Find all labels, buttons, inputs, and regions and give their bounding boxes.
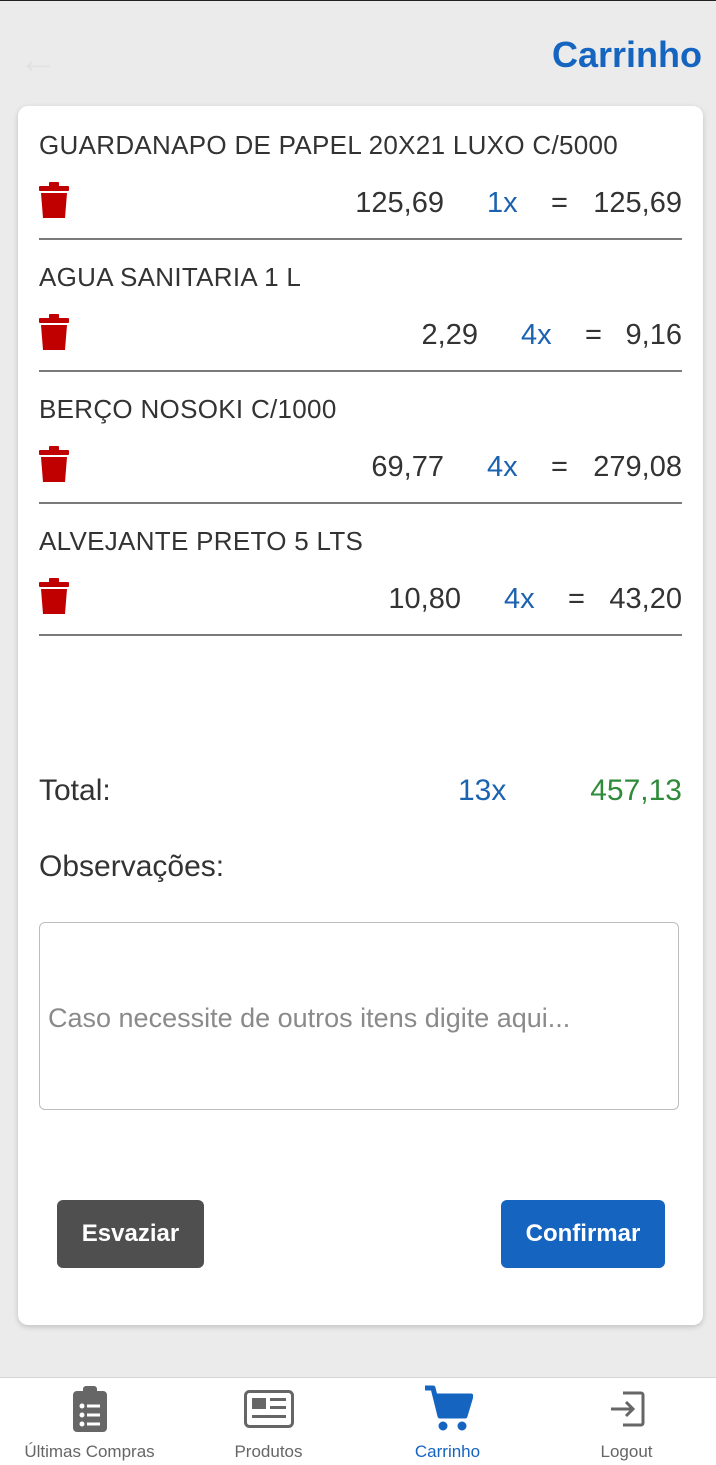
trash-icon[interactable] [39,314,69,350]
item-name: BERÇO NOSOKI C/1000 [39,394,337,424]
total-label: Total: [39,774,111,807]
trash-icon[interactable] [39,446,69,482]
nav-item-ultimas-compras[interactable]: Últimas Compras [0,1378,179,1465]
observations-placeholder: Caso necessite de outros itens digite aq… [48,1003,571,1033]
nav-label: Últimas Compras [24,1442,155,1461]
equals-sign: = [551,187,568,219]
observations-field[interactable]: Caso necessite de outros itens digite aq… [39,922,679,1110]
total-quantity: 13x [458,774,507,807]
nav-item-produtos[interactable]: Produtos [179,1378,358,1465]
item-price: 2,29 [421,319,478,351]
item-price: 125,69 [355,187,444,219]
back-button[interactable]: ← [18,38,78,82]
page-title: Carrinho [551,34,702,75]
item-price: 69,77 [371,451,444,483]
clipboard-list-icon [72,1386,107,1432]
item-name: AGUA SANITARIA 1 L [39,262,302,292]
cart-card: GUARDANAPO DE PAPEL 20X21 LUXO C/5000 12… [18,106,703,1325]
item-subtotal: 43,20 [609,583,682,615]
bottom-nav: Últimas Compras Produtos Carrinho Logout [0,1377,716,1465]
total-value: 457,13 [590,774,682,807]
newspaper-icon [243,1390,294,1428]
observations-label: Observações: [39,850,225,883]
cart-icon [424,1385,473,1431]
item-subtotal: 125,69 [593,187,682,219]
nav-label: Logout [600,1442,653,1461]
item-subtotal: 9,16 [625,319,682,351]
confirm-button[interactable]: Confirmar [501,1200,665,1268]
equals-sign: = [568,583,585,615]
item-subtotal: 279,08 [593,451,682,483]
equals-sign: = [585,319,602,351]
trash-icon[interactable] [39,578,69,614]
trash-icon[interactable] [39,182,69,218]
cart-item: GUARDANAPO DE PAPEL 20X21 LUXO C/5000 12… [39,106,682,240]
cart-item: BERÇO NOSOKI C/1000 69,77 4x = 279,08 [39,370,682,504]
arrow-left-icon: ← [18,37,58,82]
item-quantity: 4x [521,319,552,351]
item-quantity: 4x [504,583,535,615]
item-name: GUARDANAPO DE PAPEL 20X21 LUXO C/5000 [39,130,619,160]
equals-sign: = [551,451,568,483]
nav-item-carrinho[interactable]: Carrinho [358,1378,537,1465]
cart-item: AGUA SANITARIA 1 L 2,29 4x = 9,16 [39,238,682,372]
item-quantity: 4x [487,451,518,483]
item-name: ALVEJANTE PRETO 5 LTS [39,526,364,556]
clear-cart-button[interactable]: Esvaziar [57,1200,204,1268]
nav-label: Produtos [234,1442,303,1461]
cart-item: ALVEJANTE PRETO 5 LTS 10,80 4x = 43,20 [39,502,682,636]
nav-item-logout[interactable]: Logout [537,1378,716,1465]
logout-icon [610,1391,644,1427]
status-bar-edge [0,0,716,1]
nav-label: Carrinho [414,1442,481,1461]
item-price: 10,80 [388,583,461,615]
item-quantity: 1x [487,187,518,219]
